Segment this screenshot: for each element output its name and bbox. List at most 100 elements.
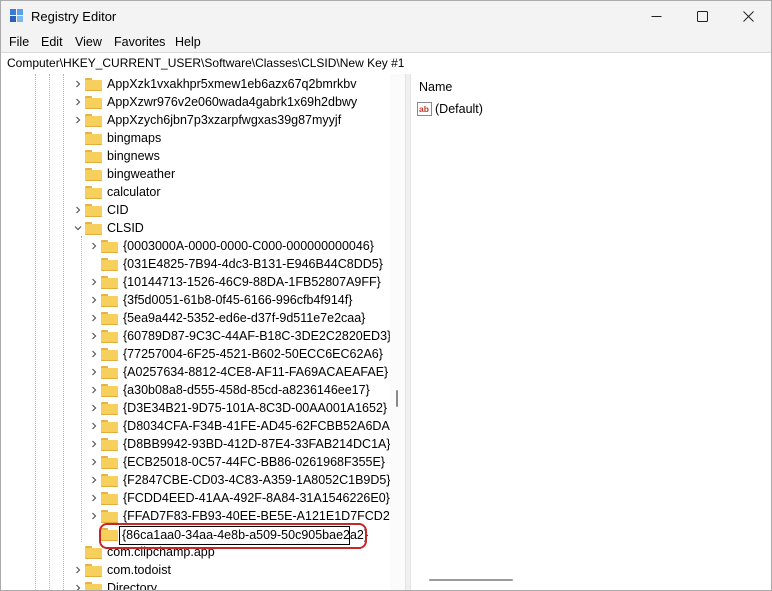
tree-item-clsid[interactable]: {F2847CBE-CD03-4C83-A359-1A8052C1B9D5} [87,471,391,489]
minimize-button[interactable] [633,1,679,32]
chevron-right-icon[interactable] [87,399,101,417]
chevron-right-icon[interactable] [87,453,101,471]
key-tree[interactable]: AppXzk1vxakhpr5xmew1eb6azx67q2bmrkbv AppX… [1,74,405,590]
tree-item[interactable]: calculator [71,183,161,201]
tree-item-clsid[interactable]: {5ea9a442-5352-ed6e-d37f-9d511e7e2caa} [87,309,365,327]
chevron-right-icon[interactable] [71,93,85,111]
value-row[interactable]: ab (Default) [417,100,483,118]
tree-item-clsid[interactable]: {D8BB9942-93BD-412D-87E4-33FAB214DC1A} [87,435,391,453]
chevron-right-icon[interactable] [87,345,101,363]
tree-item-label: {F2847CBE-CD03-4C83-A359-1A8052C1B9D5} [123,473,391,487]
tree-item-clsid[interactable]: {60789D87-9C3C-44AF-B18C-3DE2C2820ED3} [87,327,391,345]
tree-item-label: {77257004-6F25-4521-B602-50ECC6EC62A6} [123,347,383,361]
chevron-right-icon[interactable] [71,75,85,93]
value-name: (Default) [435,102,483,116]
column-header-name[interactable]: Name [419,80,452,94]
menu-favorites[interactable]: Favorites [114,35,165,49]
chevron-right-icon[interactable] [87,237,101,255]
tree-item[interactable]: com.todoist [71,561,171,579]
tree-item[interactable]: AppXzwr976v2e060wada4gabrk1x69h2dbwy [71,93,357,111]
tree-item[interactable]: CLSID [71,219,144,237]
address-bar[interactable]: Computer\HKEY_CURRENT_USER\Software\Clas… [1,52,771,75]
folder-icon [85,167,102,181]
chevron-right-icon[interactable] [71,579,85,590]
chevron-right-icon[interactable] [87,417,101,435]
chevron-right-icon[interactable] [71,111,85,129]
chevron-right-icon[interactable] [87,471,101,489]
chevron-right-icon[interactable] [87,273,101,291]
chevron-right-icon[interactable] [87,363,101,381]
tree-item-label: {FCDD4EED-41AA-492F-8A84-31A1546226E0} [123,491,390,505]
tree-item[interactable]: CID [71,201,129,219]
title-bar[interactable]: Registry Editor [1,1,771,32]
chevron-right-icon[interactable] [71,561,85,579]
tree-item-clsid[interactable]: {a30b08a8-d555-458d-85cd-a8236146ee17} [87,381,370,399]
tree-item-clsid[interactable]: {77257004-6F25-4521-B602-50ECC6EC62A6} [87,345,383,363]
tree-item-label: AppXzwr976v2e060wada4gabrk1x69h2dbwy [107,95,358,109]
folder-icon [101,383,118,397]
tree-item[interactable]: bingweather [71,165,175,183]
tree-item-label: CLSID [107,221,144,235]
chevron-right-icon[interactable] [87,435,101,453]
chevron-right-icon[interactable] [71,201,85,219]
folder-icon [101,491,118,505]
values-scroll-thumb[interactable] [429,579,513,581]
tree-item-clsid[interactable]: {3f5d0051-61b8-0f45-6166-996cfb4f914f} [87,291,352,309]
tree-item[interactable]: AppXzk1vxakhpr5xmew1eb6azx67q2bmrkbv [71,75,356,93]
maximize-button[interactable] [679,1,725,32]
menu-view[interactable]: View [75,35,102,49]
folder-icon [85,581,102,590]
highlight-annotation [99,523,367,549]
tree-item-label: calculator [107,185,161,199]
tree-item-clsid[interactable]: {D8034CFA-F34B-41FE-AD45-62FCBB52A6DA} [87,417,394,435]
menu-file[interactable]: File [9,35,29,49]
tree-item-label: {A0257634-8812-4CE8-AF11-FA69ACAEAFAE} [123,365,389,379]
tree-guide [63,74,64,590]
menu-help[interactable]: Help [175,35,201,49]
tree-item[interactable]: Directory [71,579,157,590]
tree-vertical-scrollbar[interactable] [390,74,405,590]
folder-icon [85,95,102,109]
folder-icon [85,563,102,577]
folder-icon [85,131,102,145]
folder-icon [85,185,102,199]
tree-item-clsid[interactable]: {FCDD4EED-41AA-492F-8A84-31A1546226E0} [87,489,390,507]
values-list[interactable]: Name ab (Default) [411,74,771,590]
close-button[interactable] [725,1,771,32]
chevron-right-icon[interactable] [87,309,101,327]
tree-item[interactable]: bingmaps [71,129,161,147]
folder-icon [101,275,118,289]
chevron-right-icon[interactable] [87,327,101,345]
tree-item-label: {FFAD7F83-FB93-40EE-BE5E-A121E1D7FCD2} [123,509,394,523]
tree-scroll-thumb[interactable] [396,390,398,407]
chevron-right-icon[interactable] [87,489,101,507]
tree-item-clsid[interactable]: {D3E34B21-9D75-101A-8C3D-00AA001A1652} [87,399,387,417]
folder-icon [85,77,102,91]
address-path[interactable]: Computer\HKEY_CURRENT_USER\Software\Clas… [7,56,404,70]
tree-item-label: com.todoist [107,563,171,577]
folder-icon [101,419,118,433]
menu-edit[interactable]: Edit [41,35,63,49]
minimize-icon [651,16,661,17]
tree-item[interactable]: bingnews [71,147,160,165]
tree-item-clsid[interactable]: {031E4825-7B94-4dc3-B131-E946B44C8DD5} [87,255,383,273]
chevron-down-icon[interactable] [71,219,85,237]
tree-item-label: {a30b08a8-d555-458d-85cd-a8236146ee17} [123,383,370,397]
tree-item-clsid[interactable]: {0003000A-0000-0000-C000-000000000046} [87,237,374,255]
chevron-right-icon[interactable] [87,381,101,399]
registry-icon [10,9,23,22]
tree-item-label: {0003000A-0000-0000-C000-000000000046} [123,239,374,253]
tree-item-label: {D8BB9942-93BD-412D-87E4-33FAB214DC1A} [123,437,391,451]
chevron-right-icon[interactable] [87,291,101,309]
folder-icon [101,311,118,325]
tree-item-clsid[interactable]: {A0257634-8812-4CE8-AF11-FA69ACAEAFAE} [87,363,388,381]
menu-bar: File Edit View Favorites Help [1,32,771,52]
chevron-right-icon[interactable] [87,507,101,525]
folder-icon [85,203,102,217]
tree-item[interactable]: AppXzych6jbn7p3xzarpfwgxas39g87myyjf [71,111,341,129]
values-horizontal-scrollbar[interactable] [411,572,771,588]
tree-item-clsid[interactable]: {ECB25018-0C57-44FC-BB86-0261968F355E} [87,453,385,471]
tree-item-clsid[interactable]: {10144713-1526-46C9-88DA-1FB52807A9FF} [87,273,381,291]
